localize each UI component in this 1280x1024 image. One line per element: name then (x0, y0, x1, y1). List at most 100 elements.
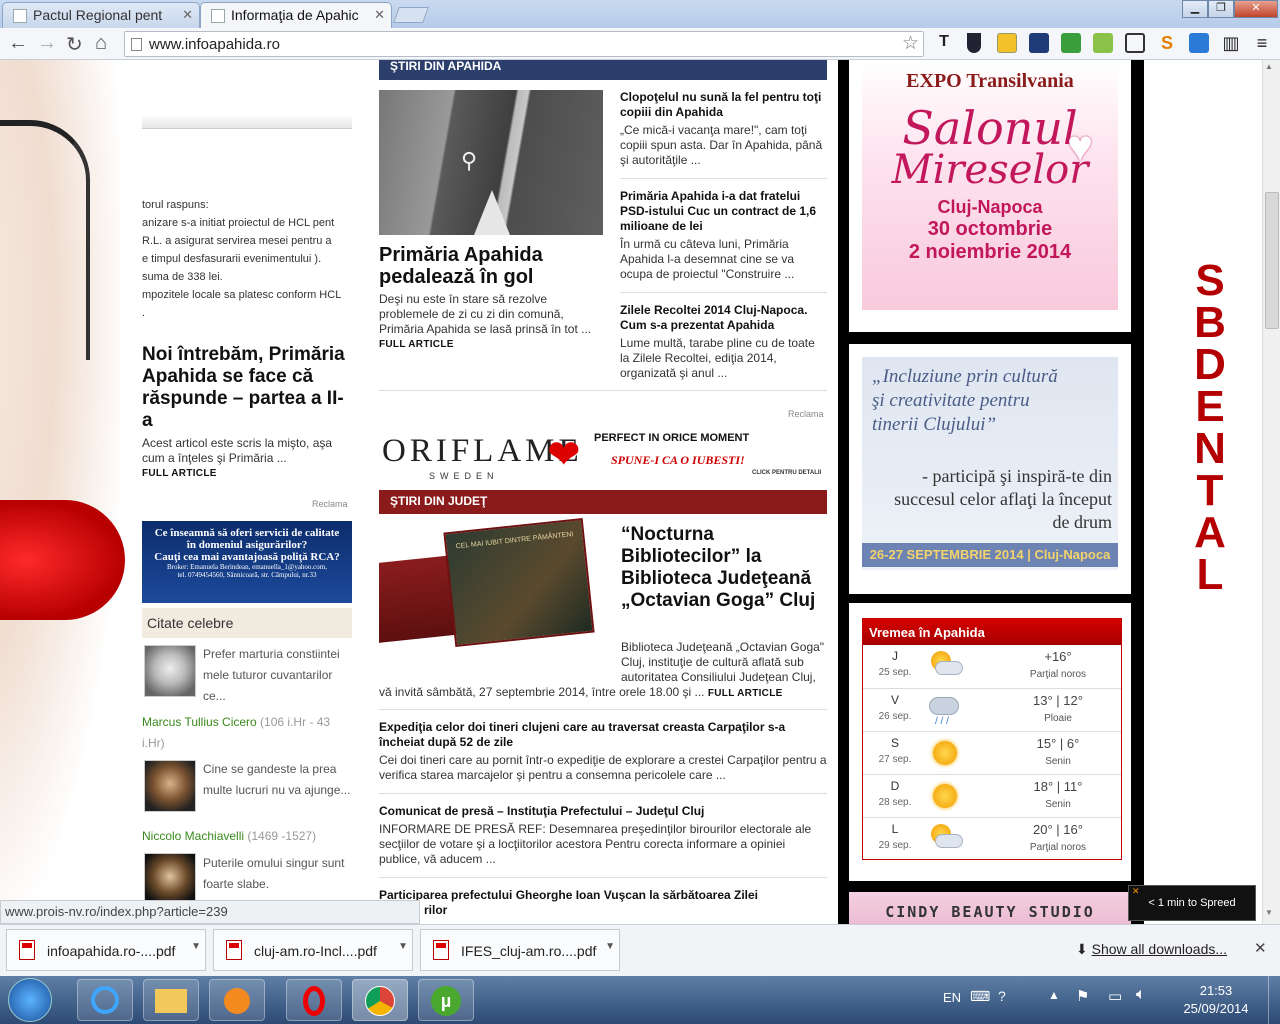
show-all-downloads-link[interactable]: ⬇ Show all downloads... (1076, 941, 1227, 958)
language-indicator[interactable]: EN (943, 990, 961, 1005)
oriflame-ad[interactable]: ORIFLAME SWEDEN ❤ PERFECT IN ORICE MOMEN… (379, 425, 827, 485)
stiri-judet-header[interactable]: ŞTIRI DIN JUDEŢ (379, 490, 827, 514)
keyboard-icon[interactable]: ⌨ (970, 988, 990, 1005)
resize-extension-icon[interactable] (1189, 33, 1209, 53)
extension-t-icon[interactable]: T (934, 33, 954, 53)
show-all-text: Show all downloads... (1091, 941, 1228, 957)
opera-icon[interactable] (286, 979, 342, 1021)
bookmark-star-icon[interactable]: ☆ (902, 32, 919, 55)
stiri-judet-main-excerpt: Biblioteca Judeţeană „Octavian Goga" Clu… (621, 640, 825, 684)
clock[interactable]: 21:53 25/09/2014 (1168, 982, 1264, 1018)
tab-pactul-regional[interactable]: Pactul Regional pent ✕ (2, 2, 200, 28)
weather-condition: Senin (1045, 799, 1071, 810)
puzzle-icon[interactable] (1093, 33, 1113, 53)
media-player-icon[interactable] (209, 979, 265, 1021)
quote-text[interactable]: Prefer marturia constiintei mele tuturor… (203, 644, 351, 707)
editorial-header[interactable]: EDITORIAL - OPINII (142, 60, 352, 80)
reclama-label: Reclama (788, 409, 824, 419)
download-item[interactable]: infoapahida.ro-....pdf ▼ (6, 929, 206, 971)
rca-line: Ce înseamnă să oferi servicii de calitat… (154, 527, 340, 539)
forward-icon[interactable]: → (37, 32, 57, 55)
weather-day: J (892, 649, 898, 663)
close-icon[interactable]: ✕ (182, 7, 193, 23)
book-photo[interactable]: CEL MAI IUBIT DINTRE PĂMÂNTENI (379, 517, 603, 650)
page-icon (13, 9, 27, 23)
extension-green-icon[interactable] (1061, 33, 1081, 53)
new-tab-button[interactable] (393, 7, 429, 23)
start-button[interactable] (8, 978, 52, 1022)
books-icon[interactable]: ▥ (1221, 33, 1241, 53)
chrome-icon[interactable] (352, 979, 408, 1021)
stiri-judet-full-article-link[interactable]: FULL ARTICLE (708, 688, 783, 699)
tab-informatia-apahida[interactable]: Informaţia de Apahic ✕ (200, 2, 392, 28)
editorial-article-title[interactable]: Noi întrebăm, Primăria Apahida se face c… (142, 344, 352, 432)
utorrent-icon[interactable]: µ (418, 979, 474, 1021)
s-extension-icon[interactable]: S (1157, 33, 1177, 53)
flag-icon[interactable]: ⚑ (1076, 987, 1089, 1005)
quote-text[interactable]: Puterile omului singur sunt foarte slabe… (203, 853, 351, 895)
spreed-widget[interactable]: < 1 min to Spreed ✕ (1128, 885, 1256, 921)
left-background-ad[interactable] (0, 60, 130, 924)
address-bar[interactable]: www.infoapahida.ro ☆ (124, 31, 924, 57)
side-article-title[interactable]: Clopoţelul nu sună la fel pentru toţi co… (620, 90, 827, 120)
editorial-full-article-link[interactable]: FULL ARTICLE (142, 468, 217, 479)
close-icon[interactable]: ✕ (374, 7, 385, 23)
scrollbar-thumb[interactable] (1265, 192, 1279, 329)
status-url-bubble: www.prois-nv.ro/index.php?article=239 (0, 900, 420, 924)
file-explorer-icon[interactable] (143, 979, 199, 1021)
rca-insurance-ad[interactable]: Ce înseamnă să oferi servicii de calitat… (142, 521, 352, 603)
quote-author-line: Niccolo Machiavelli (1469 -1527) (142, 826, 352, 847)
list-article-title[interactable]: Participarea prefectului Gheorghe Ioan V… (379, 888, 827, 903)
chevron-down-icon[interactable]: ▼ (191, 941, 201, 952)
show-hidden-icons-icon[interactable]: ▲ (1048, 988, 1060, 1002)
folder-icon[interactable] (997, 33, 1017, 53)
menu-icon[interactable]: ≡ (1252, 33, 1272, 53)
stiri-apahida-full-article-link[interactable]: FULL ARTICLE (379, 339, 454, 350)
sbdental-letter: L (1196, 550, 1224, 599)
chevron-down-icon[interactable]: ▼ (605, 941, 615, 952)
quote-author-link[interactable]: Marcus Tullius Cicero (142, 715, 257, 729)
reload-icon[interactable]: ↻ (66, 32, 83, 57)
divider (620, 292, 827, 293)
side-article-excerpt: În urmă cu câteva luni, Primăria Apahida… (620, 237, 795, 281)
chart-extension-icon[interactable] (1029, 33, 1049, 53)
sbdental-ad[interactable]: SBDENTAL (1146, 60, 1262, 924)
show-desktop-button[interactable] (1268, 976, 1280, 1024)
scroll-down-icon[interactable]: ▼ (1265, 908, 1273, 917)
home-icon[interactable]: ⌂ (95, 32, 107, 55)
internet-explorer-icon[interactable] (77, 979, 133, 1021)
close-icon[interactable]: ✕ (1132, 886, 1140, 897)
scroll-up-icon[interactable]: ▲ (1265, 62, 1273, 71)
side-article-title[interactable]: Zilele Recoltei 2014 Cluj-Napoca. Cum s-… (620, 303, 827, 333)
web-page: EDITORIAL - OPINII torul raspuns: anizar… (0, 60, 1262, 924)
sun-icon (933, 784, 957, 808)
incluziune-ad[interactable]: „Incluziune prin cultură şi creativitate… (862, 357, 1118, 570)
minimize-button[interactable]: ▁ (1182, 0, 1208, 18)
quote-text[interactable]: Cine se gandeste la prea multe lucruri n… (203, 759, 351, 801)
help-icon[interactable]: ? (998, 988, 1006, 1004)
cindy-beauty-ad[interactable]: CINDY BEAUTY STUDIO (849, 892, 1131, 924)
download-item[interactable]: cluj-am.ro-Incl....pdf ▼ (213, 929, 413, 971)
bike-lane-photo[interactable]: ⚲ (379, 90, 603, 235)
shield-icon[interactable] (967, 33, 981, 53)
window-icon[interactable] (1125, 33, 1145, 53)
side-article-title[interactable]: Primăria Apahida i-a dat fratelui PSD-is… (620, 189, 827, 234)
volume-icon[interactable]: 🔈︎ (1136, 986, 1146, 1004)
list-article-title[interactable]: Comunicat de presă – Instituţia Prefectu… (379, 804, 827, 819)
quote-author-link[interactable]: Niccolo Machiavelli (142, 829, 244, 843)
close-window-button[interactable]: ✕ (1234, 0, 1278, 18)
network-icon[interactable]: ▭ (1108, 987, 1122, 1005)
stiri-apahida-main-title[interactable]: Primăria Apahida pedalează în gol (379, 244, 603, 288)
salonul-mireselor-ad[interactable]: EXPO Transilvania Salonul Mireselor Cluj… (862, 60, 1118, 310)
stiri-apahida-header[interactable]: ŞTIRI DIN APAHIDA (379, 60, 827, 80)
clock-date: 25/09/2014 (1183, 1001, 1249, 1016)
back-icon[interactable]: ← (8, 32, 28, 55)
maximize-button[interactable]: ❐ (1208, 0, 1234, 18)
list-article-title[interactable]: Expediţia celor doi tineri clujeni care … (379, 720, 827, 750)
expo-ad-box: EXPO Transilvania Salonul Mireselor Cluj… (849, 60, 1131, 332)
chevron-down-icon[interactable]: ▼ (398, 941, 408, 952)
download-item[interactable]: IFES_cluj-am.ro....pdf ▼ (420, 929, 620, 971)
close-icon[interactable]: ✕ (1254, 939, 1267, 957)
stiri-judet-main-title[interactable]: “Nocturna Bibliotecilor” la Biblioteca J… (621, 524, 827, 612)
scrollbar[interactable]: ▲ ▼ (1262, 60, 1280, 924)
